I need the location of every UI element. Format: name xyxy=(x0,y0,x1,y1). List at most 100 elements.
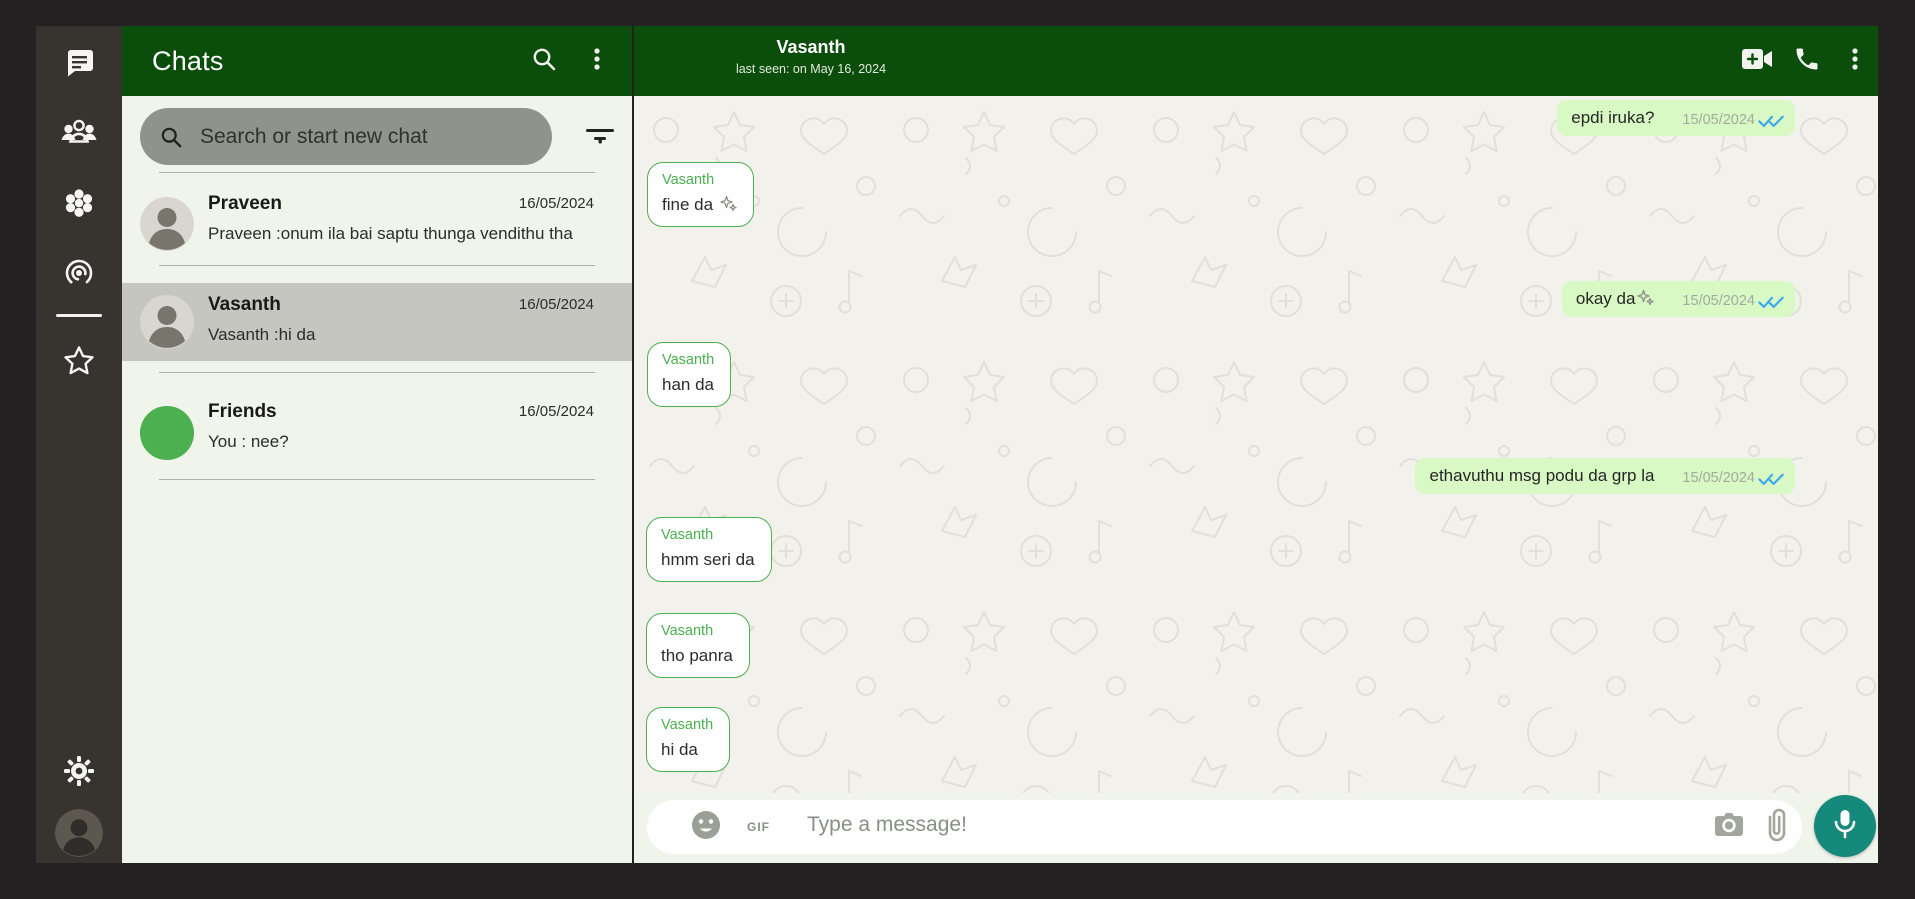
app-window: Chats Search or start new chat Praveen P… xyxy=(0,0,1915,899)
chat-name: Friends xyxy=(208,401,277,422)
message-sender: Vasanth xyxy=(661,623,714,639)
message-text: tho panra xyxy=(661,646,733,665)
message-date: 15/05/2024 xyxy=(1682,112,1755,128)
list-divider xyxy=(159,479,595,480)
chat-list-item[interactable]: Friends You : nee? 16/05/2024 xyxy=(122,390,632,476)
sparkles-icon xyxy=(1637,289,1655,306)
voice-record-button[interactable] xyxy=(1814,795,1876,857)
incoming-message[interactable]: Vasanth han da xyxy=(647,342,732,407)
message-sender: Vasanth xyxy=(662,352,715,368)
person-photo-icon xyxy=(140,295,194,349)
nav-starred-button[interactable] xyxy=(59,343,99,383)
nav-chats-button[interactable] xyxy=(59,45,99,85)
profile-avatar[interactable] xyxy=(55,809,103,857)
outgoing-message[interactable]: ethavuthu msg podu da grp la 15/05/2024 xyxy=(1415,458,1795,494)
chat-bubble-icon xyxy=(62,46,96,85)
last-seen-status: last seen: on May 16, 2024 xyxy=(735,62,887,76)
chat-list-item[interactable]: Vasanth Vasanth :hi da 16/05/2024 xyxy=(122,283,632,361)
gif-button[interactable]: GIF xyxy=(747,820,770,834)
contact-name: Vasanth xyxy=(776,37,846,57)
person-photo-icon xyxy=(140,197,194,251)
settings-button[interactable] xyxy=(59,753,99,793)
camera-button[interactable] xyxy=(1712,811,1746,843)
message-text: han da xyxy=(662,375,714,394)
chat-preview: You : nee? xyxy=(208,432,289,451)
emoji-smiley-icon xyxy=(690,809,722,846)
chat-date: 16/05/2024 xyxy=(518,296,594,313)
nav-rail xyxy=(36,26,122,863)
chat-list-panel: Chats Search or start new chat Praveen P… xyxy=(122,26,632,863)
list-divider xyxy=(159,172,595,173)
chat-avatar xyxy=(140,406,194,460)
person-silhouette-icon xyxy=(55,809,103,857)
double-check-icon xyxy=(1758,115,1784,127)
conversation-menu-button[interactable] xyxy=(1837,43,1873,79)
read-ticks-icon xyxy=(1758,113,1785,133)
double-check-icon xyxy=(1758,473,1784,485)
sparkles-icon xyxy=(720,195,737,212)
message-text: epdi iruka? xyxy=(1571,108,1655,127)
nav-communities-button[interactable] xyxy=(59,185,99,225)
double-check-icon xyxy=(1758,296,1784,308)
conversation-header: Vasanth last seen: on May 16, 2024 xyxy=(634,26,1878,96)
outgoing-message[interactable]: epdi iruka? 15/05/2024 xyxy=(1557,100,1795,136)
nav-groups-button[interactable] xyxy=(59,114,99,154)
groups-icon xyxy=(60,117,98,152)
list-divider xyxy=(159,372,595,373)
status-icon xyxy=(62,257,96,296)
message-text: hi da xyxy=(661,740,698,759)
chat-preview: Vasanth :hi da xyxy=(208,325,316,344)
doodle-wallpaper xyxy=(634,96,1878,793)
attach-button[interactable] xyxy=(1762,808,1792,847)
star-icon xyxy=(61,343,97,384)
search-input[interactable] xyxy=(198,123,532,150)
chat-name: Praveen xyxy=(208,193,282,214)
message-sender: Vasanth xyxy=(662,172,715,188)
chat-avatar xyxy=(140,197,194,251)
chat-avatar xyxy=(140,295,194,349)
message-sender: Vasanth xyxy=(661,717,714,733)
list-divider xyxy=(159,265,595,266)
filter-icon xyxy=(583,120,617,155)
phone-icon xyxy=(1793,45,1821,78)
video-call-button[interactable] xyxy=(1740,43,1776,79)
filter-button[interactable] xyxy=(581,118,619,156)
search-button[interactable] xyxy=(526,43,562,79)
outgoing-message[interactable]: okay da 15/05/2024 xyxy=(1561,281,1795,317)
community-icon xyxy=(62,186,96,225)
message-date: 15/05/2024 xyxy=(1682,470,1755,486)
message-area: epdi iruka? 15/05/2024 Vasanth fine da o… xyxy=(634,96,1878,793)
message-date: 15/05/2024 xyxy=(1682,293,1755,309)
read-ticks-icon xyxy=(1758,471,1785,491)
more-vert-icon xyxy=(583,45,611,78)
chat-list-item[interactable]: Praveen Praveen :onum ila bai saptu thun… xyxy=(122,182,632,266)
search-icon xyxy=(161,127,182,147)
chat-date: 16/05/2024 xyxy=(518,403,594,420)
rail-divider xyxy=(56,314,102,317)
message-text: hmm seri da xyxy=(661,550,755,569)
chat-name: Vasanth xyxy=(208,294,281,315)
paperclip-icon xyxy=(1766,808,1788,847)
voice-call-button[interactable] xyxy=(1789,43,1825,79)
chat-preview: Praveen :onum ila bai saptu thunga vendi… xyxy=(208,224,573,243)
video-call-icon xyxy=(1741,46,1775,77)
microphone-icon xyxy=(1830,808,1860,845)
emoji-button[interactable] xyxy=(689,810,723,844)
search-icon xyxy=(529,44,559,79)
more-vert-icon xyxy=(1841,45,1869,78)
message-input[interactable] xyxy=(805,812,1569,838)
conversation-panel: Vasanth last seen: on May 16, 2024 epdi … xyxy=(634,26,1878,863)
message-text: ethavuthu msg podu da grp la xyxy=(1429,466,1655,485)
incoming-message[interactable]: Vasanth fine da xyxy=(647,162,754,227)
incoming-message[interactable]: Vasanth hi da xyxy=(646,707,731,772)
chat-date: 16/05/2024 xyxy=(518,195,594,212)
composer-bar: GIF xyxy=(634,793,1878,863)
incoming-message[interactable]: Vasanth hmm seri da xyxy=(646,517,772,582)
message-text: okay da xyxy=(1576,289,1655,309)
page-title: Chats xyxy=(152,45,224,76)
search-bar[interactable] xyxy=(140,108,552,165)
incoming-message[interactable]: Vasanth tho panra xyxy=(646,613,750,678)
nav-status-button[interactable] xyxy=(59,256,99,296)
conversation-title-block[interactable]: Vasanth last seen: on May 16, 2024 xyxy=(711,37,911,76)
chat-list-menu-button[interactable] xyxy=(579,43,615,79)
